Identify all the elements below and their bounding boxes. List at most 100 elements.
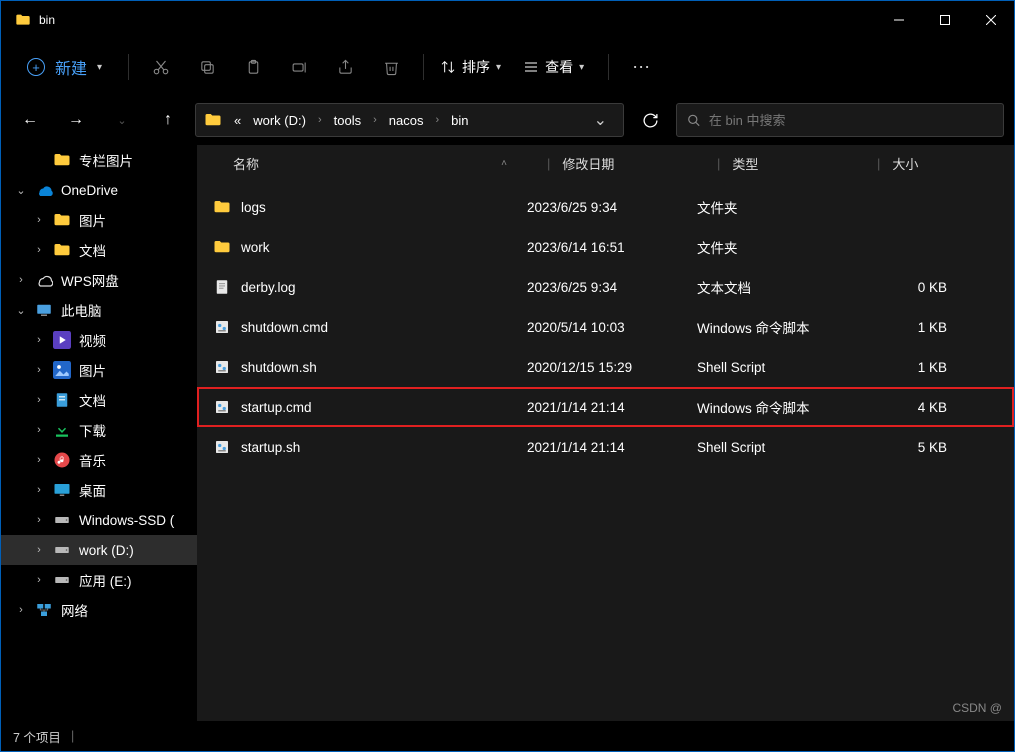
sidebar-item[interactable]: › 下载 bbox=[1, 415, 197, 445]
address-bar[interactable]: « work (D:) › tools › nacos › bin ⌄ bbox=[195, 103, 624, 137]
file-type: Windows 命令脚本 bbox=[697, 317, 857, 337]
expander-icon[interactable]: ⌄ bbox=[15, 184, 27, 197]
expander-icon[interactable]: › bbox=[33, 574, 45, 586]
expander-icon[interactable]: › bbox=[33, 394, 45, 406]
file-row[interactable]: shutdown.sh2020/12/15 15:29Shell Script1… bbox=[197, 347, 1014, 387]
column-name[interactable]: 名称˄ bbox=[197, 154, 527, 173]
expander-icon[interactable]: › bbox=[33, 424, 45, 436]
status-bar: 7 个项目 | bbox=[1, 721, 1014, 751]
sidebar-item[interactable]: › 图片 bbox=[1, 205, 197, 235]
plus-icon: + bbox=[27, 58, 45, 76]
sidebar-item[interactable]: ›WPS网盘 bbox=[1, 265, 197, 295]
sidebar-item[interactable]: › 文档 bbox=[1, 385, 197, 415]
sidebar-item[interactable]: ⌄ 此电脑 bbox=[1, 295, 197, 325]
toolbar: + 新建 ▾ 排序▾ 查看▾ ⋯ bbox=[1, 39, 1014, 95]
sidebar-item[interactable]: › work (D:) bbox=[1, 535, 197, 565]
share-icon[interactable] bbox=[325, 47, 365, 87]
sidebar-item[interactable]: ›文档 bbox=[1, 235, 197, 265]
breadcrumb[interactable]: work (D:) bbox=[249, 111, 310, 130]
file-name: shutdown.sh bbox=[241, 360, 317, 375]
expander-icon[interactable]: › bbox=[33, 244, 45, 256]
chevron-right-icon: › bbox=[314, 114, 326, 126]
forward-button[interactable]: → bbox=[57, 102, 95, 138]
file-row[interactable]: startup.sh2021/1/14 21:14Shell Script5 K… bbox=[197, 427, 1014, 467]
copy-icon[interactable] bbox=[187, 47, 227, 87]
file-size: 4 KB bbox=[857, 400, 977, 415]
expander-icon[interactable]: › bbox=[33, 514, 45, 526]
recent-button[interactable]: ⌄ bbox=[103, 102, 141, 138]
file-date: 2023/6/14 16:51 bbox=[527, 240, 697, 255]
expander-icon[interactable]: › bbox=[33, 544, 45, 556]
file-row[interactable]: startup.cmd2021/1/14 21:14Windows 命令脚本4 … bbox=[197, 387, 1014, 427]
breadcrumb[interactable]: tools bbox=[330, 111, 365, 130]
file-date: 2021/1/14 21:14 bbox=[527, 440, 697, 455]
expander-icon[interactable]: › bbox=[33, 484, 45, 496]
file-type: 文件夹 bbox=[697, 197, 857, 217]
file-row[interactable]: shutdown.cmd2020/5/14 10:03Windows 命令脚本1… bbox=[197, 307, 1014, 347]
sort-button[interactable]: 排序▾ bbox=[436, 57, 513, 77]
file-date: 2023/6/25 9:34 bbox=[527, 280, 697, 295]
file-list: 名称˄ |修改日期 |类型 |大小 logs2023/6/25 9:34文件夹w… bbox=[197, 145, 1014, 721]
cut-icon[interactable] bbox=[141, 47, 181, 87]
file-row[interactable]: derby.log2023/6/25 9:34文本文档0 KB bbox=[197, 267, 1014, 307]
sidebar-item-label: 音乐 bbox=[79, 450, 106, 470]
search-box[interactable] bbox=[676, 103, 1004, 137]
close-button[interactable] bbox=[968, 1, 1014, 39]
sidebar-item-label: 视频 bbox=[79, 330, 106, 350]
file-size: 5 KB bbox=[857, 440, 977, 455]
expander-icon[interactable]: › bbox=[15, 274, 27, 286]
sidebar-item[interactable]: › 桌面 bbox=[1, 475, 197, 505]
address-dropdown[interactable]: ⌄ bbox=[584, 110, 617, 130]
breadcrumb-prefix: « bbox=[230, 111, 245, 130]
file-row[interactable]: logs2023/6/25 9:34文件夹 bbox=[197, 187, 1014, 227]
up-button[interactable]: ↑ bbox=[149, 102, 187, 138]
back-button[interactable]: ← bbox=[11, 102, 49, 138]
sidebar-item-label: 桌面 bbox=[79, 480, 106, 500]
sidebar-item-label: 图片 bbox=[79, 210, 106, 230]
sidebar-item[interactable]: ›应用 (E:) bbox=[1, 565, 197, 595]
maximize-button[interactable] bbox=[922, 1, 968, 39]
more-icon[interactable]: ⋯ bbox=[621, 47, 661, 87]
expander-icon[interactable]: › bbox=[15, 604, 27, 616]
rename-icon[interactable] bbox=[279, 47, 319, 87]
expander-icon[interactable]: › bbox=[33, 364, 45, 376]
sidebar-item[interactable]: 专栏图片 bbox=[1, 145, 197, 175]
column-type[interactable]: |类型 bbox=[697, 154, 857, 173]
sidebar-item[interactable]: ›网络 bbox=[1, 595, 197, 625]
breadcrumb[interactable]: bin bbox=[447, 111, 472, 130]
sidebar-item-label: 此电脑 bbox=[61, 300, 102, 320]
sidebar-item[interactable]: › 视频 bbox=[1, 325, 197, 355]
refresh-button[interactable] bbox=[632, 103, 668, 137]
search-input[interactable] bbox=[709, 113, 993, 128]
paste-icon[interactable] bbox=[233, 47, 273, 87]
sidebar-item[interactable]: › Windows-SSD ( bbox=[1, 505, 197, 535]
sidebar-item-label: Windows-SSD ( bbox=[79, 513, 174, 528]
column-date[interactable]: |修改日期 bbox=[527, 154, 697, 173]
expander-icon[interactable]: ⌄ bbox=[15, 304, 27, 317]
sidebar-item-label: 图片 bbox=[79, 360, 106, 380]
item-count: 7 个项目 bbox=[13, 727, 61, 746]
sidebar-item[interactable]: › 音乐 bbox=[1, 445, 197, 475]
expander-icon[interactable]: › bbox=[33, 334, 45, 346]
file-row[interactable]: work2023/6/14 16:51文件夹 bbox=[197, 227, 1014, 267]
expander-icon[interactable]: › bbox=[33, 214, 45, 226]
minimize-button[interactable] bbox=[876, 1, 922, 39]
search-icon bbox=[687, 113, 701, 128]
sidebar-item-label: 下载 bbox=[79, 420, 106, 440]
sidebar-item[interactable]: › 图片 bbox=[1, 355, 197, 385]
expander-icon[interactable]: › bbox=[33, 454, 45, 466]
breadcrumb[interactable]: nacos bbox=[385, 111, 428, 130]
sidebar-item[interactable]: ⌄ OneDrive bbox=[1, 175, 197, 205]
navbar: ← → ⌄ ↑ « work (D:) › tools › nacos › bi… bbox=[1, 95, 1014, 145]
sidebar: 专栏图片⌄OneDrive›图片›文档›WPS网盘⌄此电脑›视频›图片›文档›下… bbox=[1, 145, 197, 721]
column-size[interactable]: |大小 bbox=[857, 154, 977, 173]
sidebar-item-label: work (D:) bbox=[79, 543, 134, 558]
sidebar-item-label: OneDrive bbox=[61, 183, 118, 198]
new-button[interactable]: + 新建 ▾ bbox=[13, 49, 116, 85]
sidebar-item-label: 文档 bbox=[79, 390, 106, 410]
titlebar: bin bbox=[1, 1, 1014, 39]
chevron-down-icon: ▾ bbox=[97, 62, 102, 73]
file-name: startup.sh bbox=[241, 440, 300, 455]
delete-icon[interactable] bbox=[371, 47, 411, 87]
view-button[interactable]: 查看▾ bbox=[519, 57, 596, 77]
